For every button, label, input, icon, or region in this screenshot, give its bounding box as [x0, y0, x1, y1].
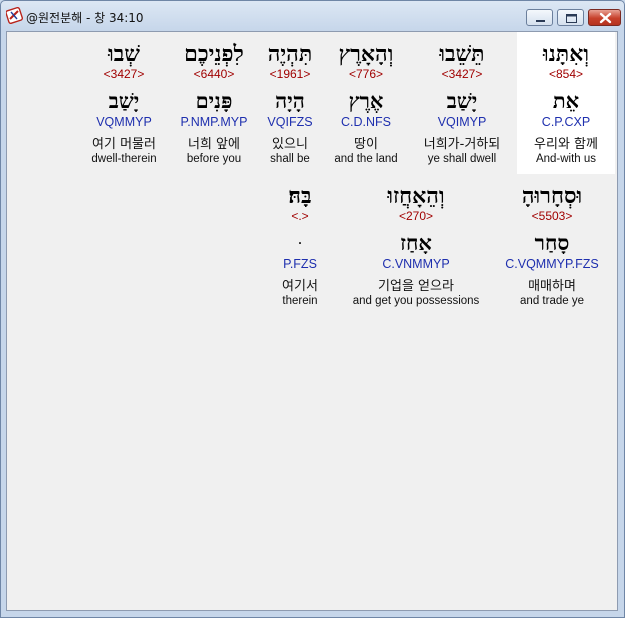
minimize-button[interactable] [526, 9, 553, 26]
hebrew-word: לִפְנֵיכֶם [184, 41, 244, 67]
korean-gloss: 기업을 얻으라 [378, 279, 454, 294]
korean-gloss: 여기 머물러 [92, 137, 156, 152]
word-cell[interactable]: בָּהּ׃ <.> ּ P.FZS 여기서 therein [251, 174, 349, 316]
minimize-icon [536, 20, 545, 22]
close-icon [599, 12, 612, 24]
app-window: @원전분해 - 창 34:10 וְאִתָּנוּ <854> אֵת C.P… [0, 0, 625, 618]
hebrew-word: תֵּשֵׁבוּ [439, 41, 485, 67]
morphology-code: C.VQMMYP.FZS [505, 257, 599, 271]
morphology-code: P.FZS [283, 257, 317, 271]
strong-number[interactable]: <270> [367, 209, 465, 223]
hebrew-lemma: ּ [251, 230, 349, 256]
strong-number[interactable]: <5503> [503, 209, 601, 223]
hebrew-word: וּסְחָרוּהָ [521, 183, 583, 209]
window-title: @원전분해 - 창 34:10 [26, 11, 144, 25]
strong-number[interactable]: <3427> [75, 67, 173, 81]
korean-gloss: 여기서 [282, 279, 318, 294]
hebrew-lemma: יָשַׁב [108, 88, 140, 113]
maximize-button[interactable] [557, 9, 584, 26]
strong-number[interactable]: <854> [517, 67, 615, 81]
korean-gloss: 매매하며 [528, 279, 576, 294]
english-gloss: dwell-therein [91, 153, 157, 165]
title-bar[interactable]: @원전분해 - 창 34:10 [1, 1, 624, 31]
app-logo-icon[interactable] [5, 6, 24, 25]
close-button[interactable] [588, 9, 621, 26]
english-gloss: therein [282, 295, 318, 307]
hebrew-word: וְהֵאָחֲזוּ [387, 183, 445, 209]
morphology-code: C.VNMMYP [382, 257, 450, 271]
korean-gloss: 우리와 함께 [534, 137, 598, 152]
maximize-icon [566, 14, 577, 23]
morphology-code: VQIMYP [437, 115, 487, 129]
morphology-code: C.P.CXP [541, 115, 591, 129]
hebrew-word: בָּהּ׃ [288, 183, 312, 209]
hebrew-lemma: יָשַׁב [446, 88, 478, 113]
morphology-code: VQMMYP [96, 115, 152, 129]
hebrew-lemma: פָּנִים [195, 88, 233, 113]
hebrew-lemma: אָחַז [400, 230, 432, 255]
word-cell[interactable]: וּסְחָרוּהָ <5503> סָחַר C.VQMMYP.FZS 매매… [503, 174, 601, 316]
hebrew-lemma: אֵת [552, 88, 580, 113]
word-cell-selected[interactable]: וְאִתָּנוּ <854> אֵת C.P.CXP 우리와 함께 And-… [517, 32, 615, 174]
strong-number[interactable]: <3427> [413, 67, 511, 81]
strong-number[interactable]: <6440> [165, 67, 263, 81]
hebrew-lemma: סָחַר [534, 230, 570, 255]
window-bottom-border [6, 612, 618, 617]
hebrew-word: שְׁבוּ [108, 41, 140, 67]
word-cell[interactable]: וְהֵאָחֲזוּ <270> אָחַז C.VNMMYP 기업을 얻으라… [353, 174, 480, 316]
interlinear-panel[interactable]: וְאִתָּנוּ <854> אֵת C.P.CXP 우리와 함께 And-… [6, 31, 618, 611]
word-cell[interactable]: שְׁבוּ <3427> יָשַׁב VQMMYP 여기 머물러 dwell… [75, 32, 173, 174]
hebrew-word: וְאִתָּנוּ [543, 41, 589, 67]
strong-number[interactable]: <.> [251, 209, 349, 223]
